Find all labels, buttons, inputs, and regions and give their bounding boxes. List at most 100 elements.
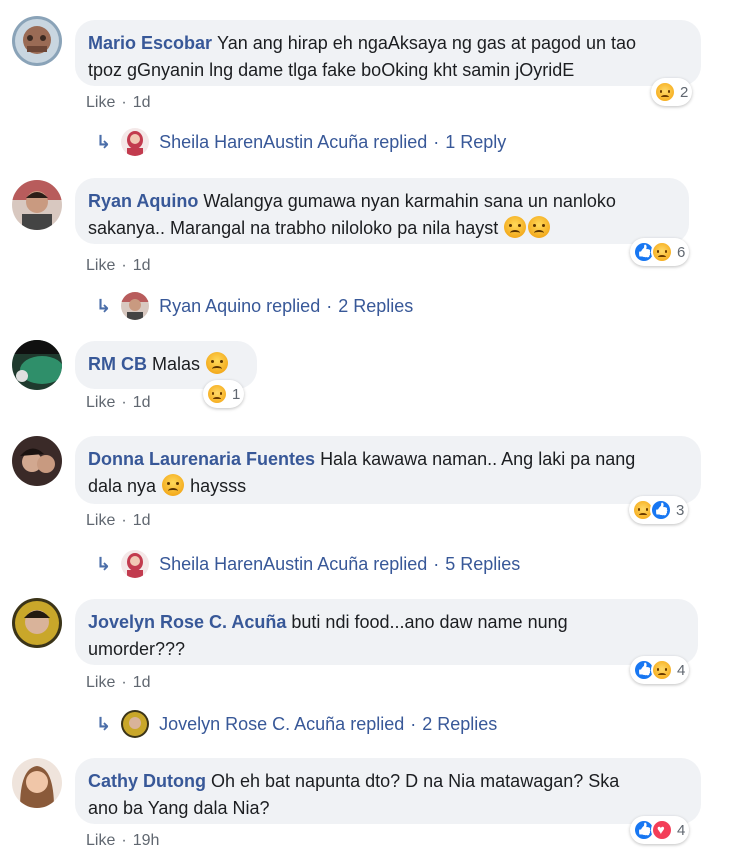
like-reaction-icon [650, 499, 672, 521]
reply-arrow-icon: ↳ [96, 713, 112, 734]
reaction-count: 4 [677, 661, 686, 679]
replies-link[interactable]: ↳ Ryan Aquino replied · 2 Replies [96, 292, 413, 320]
separator: · [410, 713, 417, 734]
comment-meta: Like · 1d [86, 512, 150, 530]
sad-reaction-icon [651, 241, 673, 263]
like-link[interactable]: Like [86, 832, 115, 849]
like-link[interactable]: Like [86, 257, 115, 274]
comment-text: Oh eh bat napunta dto? D na Nia matawaga… [210, 771, 620, 791]
comment-bubble: Donna Laurenaria Fuentes Hala kawawa nama… [75, 436, 701, 504]
reply-arrow-icon: ↳ [96, 295, 112, 316]
comment-text: dala nya [88, 476, 157, 496]
reply-count: 2 Replies [338, 295, 414, 316]
separator: · [433, 131, 440, 152]
separator: · [433, 553, 440, 574]
reply-count: 1 Reply [445, 131, 507, 152]
separator: · [121, 832, 127, 849]
comment-author[interactable]: Cathy Dutong [88, 771, 206, 791]
timestamp[interactable]: 1d [133, 257, 151, 274]
reaction-count: 6 [677, 243, 686, 261]
avatar [121, 128, 150, 156]
separator: · [121, 257, 127, 274]
comment-bubble: Mario Escobar Yan ang hirap eh ngaAksaya … [75, 20, 701, 86]
reply-arrow-icon: ↳ [96, 131, 112, 152]
sad-reaction-icon [654, 81, 676, 103]
replies-link[interactable]: ↳ Sheila HarenAustin Acuña replied · 5 Rep… [96, 550, 520, 578]
comment-cathy-dutong: Cathy Dutong Oh eh bat napunta dto? D na … [0, 750, 750, 863]
reaction-summary[interactable]: 6 [630, 238, 690, 266]
comment-author[interactable]: Ryan Aquino [88, 191, 198, 211]
reaction-count: 4 [677, 821, 686, 839]
comment-mario-escobar: Mario Escobar Yan ang hirap eh ngaAksaya … [0, 0, 750, 170]
timestamp[interactable]: 19h [133, 832, 160, 849]
reply-arrow-icon: ↳ [96, 553, 112, 574]
replied-by: Ryan Aquino replied [159, 295, 321, 316]
separator: · [121, 674, 127, 691]
comment-author[interactable]: Jovelyn Rose C. Acuña [88, 612, 286, 632]
reaction-count: 1 [232, 385, 241, 403]
replied-by: Sheila HarenAustin Acuña replied [159, 131, 428, 152]
avatar[interactable] [12, 758, 62, 808]
avatar[interactable] [12, 598, 62, 648]
timestamp[interactable]: 1d [133, 94, 151, 111]
comment-text: Malas [152, 354, 201, 374]
comment-meta: Like · 1d [86, 94, 150, 112]
reaction-summary[interactable]: 3 [629, 496, 689, 524]
comment-text: umorder??? [88, 639, 186, 659]
comment-author[interactable]: RM CB [88, 354, 147, 374]
avatar[interactable] [12, 180, 62, 230]
timestamp[interactable]: 1d [133, 394, 151, 411]
comment-text: buti ndi food...ano daw name nung [291, 612, 568, 632]
avatar [121, 710, 150, 738]
comment-jovelyn-rose-acuna: Jovelyn Rose C. Acuña buti ndi food...ano… [0, 590, 750, 750]
reply-count: 2 Replies [422, 713, 498, 734]
timestamp[interactable]: 1d [133, 512, 151, 529]
replied-by: Sheila HarenAustin Acuña replied [159, 553, 428, 574]
comment-bubble: Cathy Dutong Oh eh bat napunta dto? D na … [75, 758, 701, 824]
angry-emoji-icon [504, 216, 527, 238]
separator: · [326, 295, 333, 316]
comment-bubble: Jovelyn Rose C. Acuña buti ndi food...ano… [75, 599, 698, 665]
timestamp[interactable]: 1d [133, 674, 151, 691]
comment-text: sakanya.. Marangal na trabho niloloko pa… [88, 218, 499, 238]
comment-ryan-aquino: Ryan Aquino Walangya gumawa nyan karmahin… [0, 170, 750, 330]
comment-meta: Like · 1d [86, 674, 150, 692]
comment-meta: Like · 1d [86, 394, 150, 412]
comment-text: haysss [190, 476, 247, 496]
comment-author[interactable]: Mario Escobar [88, 33, 212, 53]
separator: · [121, 394, 127, 411]
angry-emoji-icon [528, 216, 551, 238]
reaction-summary[interactable]: 2 [651, 78, 693, 106]
comment-author[interactable]: Donna Laurenaria Fuentes [88, 449, 315, 469]
like-link[interactable]: Like [86, 512, 115, 529]
comment-text: Yan ang hirap eh ngaAksaya ng gas at pag… [217, 33, 637, 53]
avatar [121, 292, 150, 320]
replied-by: Jovelyn Rose C. Acuña replied [159, 713, 405, 734]
comment-donna-laurenaria-fuentes: Donna Laurenaria Fuentes Hala kawawa nama… [0, 430, 750, 590]
replies-link[interactable]: ↳ Sheila HarenAustin Acuña replied · 1 Rep… [96, 128, 506, 156]
like-link[interactable]: Like [86, 94, 115, 111]
reaction-summary[interactable]: 1 [203, 380, 245, 408]
reaction-count: 2 [680, 83, 689, 101]
comment-rm-cb: RM CB Malas 1 Like · 1d [0, 330, 750, 430]
like-link[interactable]: Like [86, 394, 115, 411]
comment-bubble: Ryan Aquino Walangya gumawa nyan karmahin… [75, 178, 689, 244]
separator: · [121, 512, 127, 529]
separator: · [121, 94, 127, 111]
comment-text: tpoz gGnyanin lng dame tlga fake boOking… [88, 60, 575, 80]
avatar[interactable] [12, 436, 62, 486]
reaction-count: 3 [676, 501, 685, 519]
like-link[interactable]: Like [86, 674, 115, 691]
avatar[interactable] [12, 340, 62, 390]
avatar [121, 550, 150, 578]
sad-reaction-icon [651, 659, 673, 681]
replies-link[interactable]: ↳ Jovelyn Rose C. Acuña replied · 2 Replie… [96, 710, 497, 738]
comment-text: ano ba Yang dala Nia? [88, 798, 270, 818]
comment-meta: Like · 19h [86, 832, 159, 850]
reaction-summary[interactable]: 4 [630, 816, 690, 844]
reaction-summary[interactable]: 4 [630, 656, 690, 684]
frown-emoji-icon [206, 352, 229, 374]
pensive-emoji-icon [162, 474, 185, 496]
sad-reaction-icon [206, 383, 228, 405]
avatar[interactable] [12, 16, 62, 66]
